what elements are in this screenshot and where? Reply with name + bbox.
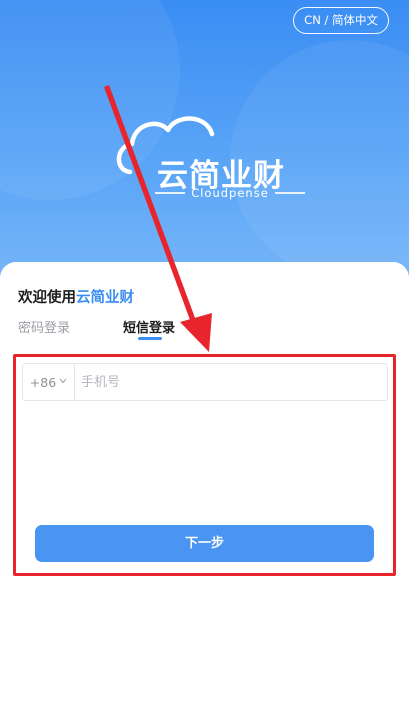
welcome-title: 欢迎使用云简业财 [18,286,134,307]
login-card: 欢迎使用云简业财 密码登录 短信登录 +86 下一步 [0,262,409,720]
logo-tagline: Cloudpense [155,186,305,200]
welcome-prefix: 欢迎使用 [18,290,76,306]
welcome-brand: 云简业财 [76,290,134,306]
logo-line-right [274,192,305,194]
next-step-button[interactable]: 下一步 [35,525,374,562]
app-logo: 云简业财 Cloudpense [110,110,310,220]
phone-number-input[interactable] [75,364,387,400]
language-switch-button[interactable]: CN / 简体中文 [293,7,389,34]
tab-sms-login[interactable]: 短信登录 [123,317,175,336]
active-tab-indicator [138,337,162,340]
tab-password-login[interactable]: 密码登录 [18,317,70,336]
header-banner: CN / 简体中文 云简业财 Cloudpense [0,0,409,300]
country-code-select[interactable]: +86 [23,364,75,400]
logo-name-en: Cloudpense [191,186,269,200]
phone-field-group: +86 [22,363,388,401]
country-code-value: +86 [29,374,57,390]
logo-line-left [155,192,186,194]
chevron-down-icon [59,377,67,387]
